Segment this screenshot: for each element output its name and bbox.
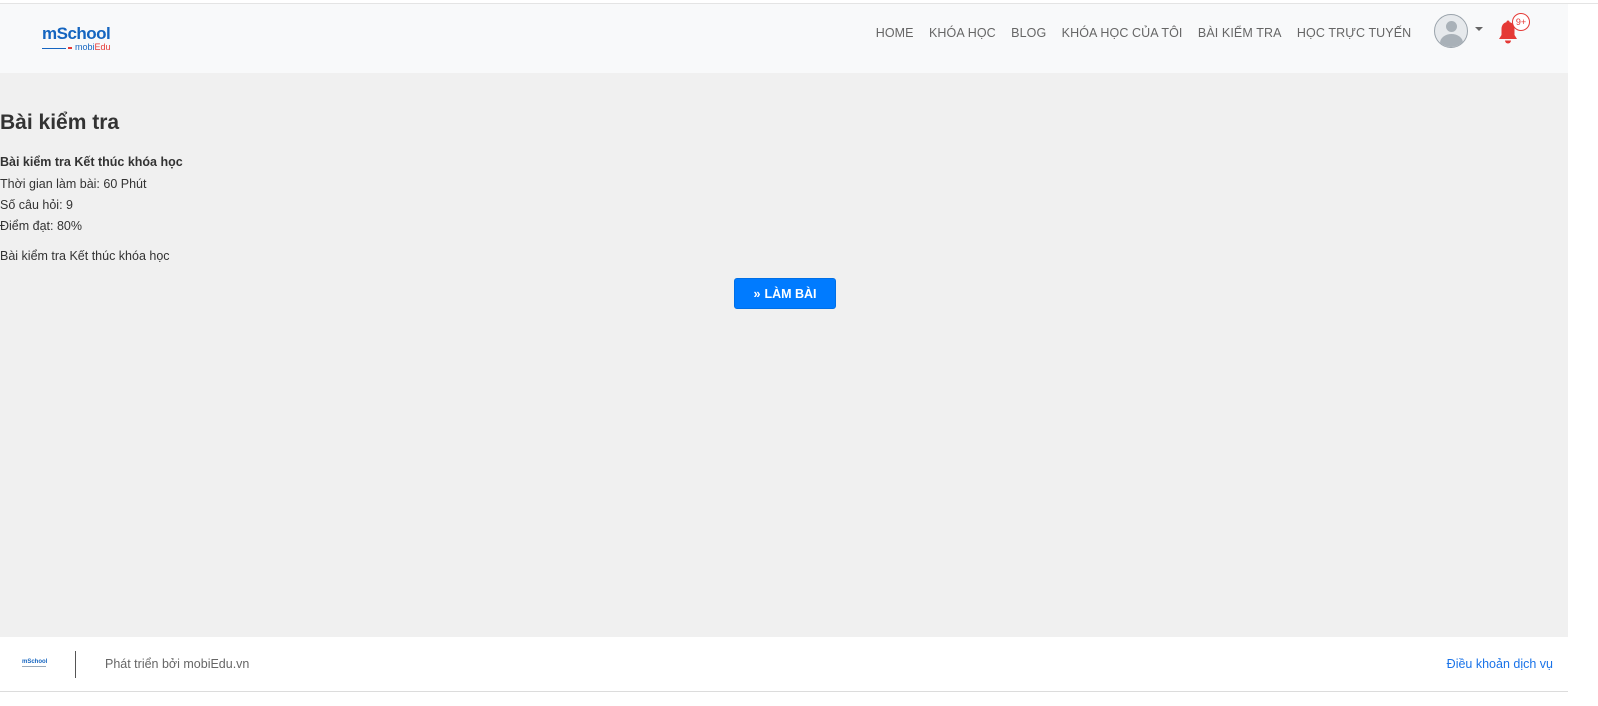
nav-tests[interactable]: BÀI KIỂM TRA — [1190, 24, 1289, 42]
notification-badge: 9+ — [1512, 13, 1530, 31]
page-right-gutter — [1568, 73, 1598, 706]
logo-main-text: mSchool — [42, 24, 111, 43]
exam-name: Bài kiểm tra Kết thúc khóa học — [0, 155, 183, 169]
nav-home[interactable]: HOME — [868, 24, 921, 42]
nav-online-learning[interactable]: HỌC TRỰC TUYẾN — [1289, 24, 1419, 42]
footer-logo[interactable]: mSchool — [22, 659, 47, 669]
site-footer: mSchool Phát triển bởi mobiEdu.vn Điều k… — [0, 637, 1568, 691]
footer-divider — [75, 651, 76, 678]
bottom-border — [0, 691, 1568, 692]
footer-credit: Phát triển bởi mobiEdu.vn — [105, 657, 250, 671]
user-avatar[interactable] — [1434, 14, 1468, 48]
site-header: mSchool mobiEdu HOME KHÓA HỌC BLOG KHÓA … — [0, 4, 1568, 73]
start-exam-button[interactable]: » LÀM BÀI — [734, 278, 836, 309]
start-exam-label: LÀM BÀI — [764, 287, 817, 301]
exam-description: Bài kiểm tra Kết thúc khóa học — [0, 249, 170, 263]
main-content: Bài kiểm tra Bài kiểm tra Kết thúc khóa … — [0, 73, 1568, 637]
exam-pass-score: Điểm đạt: 80% — [0, 219, 82, 233]
logo-sub-text: mobiEdu — [75, 42, 111, 52]
terms-of-service-link[interactable]: Điều khoản dịch vụ — [1447, 657, 1553, 671]
nav-courses[interactable]: KHÓA HỌC — [921, 24, 1003, 42]
mschool-logo[interactable]: mSchool mobiEdu — [42, 24, 122, 56]
nav-blog[interactable]: BLOG — [1003, 24, 1054, 42]
main-nav: HOME KHÓA HỌC BLOG KHÓA HỌC CỦA TÔI BÀI … — [868, 24, 1419, 42]
exam-question-count: Số câu hỏi: 9 — [0, 198, 73, 212]
page-title: Bài kiểm tra — [0, 111, 120, 134]
chevron-down-icon[interactable] — [1475, 27, 1483, 31]
double-chevron-right-icon: » — [753, 287, 761, 301]
nav-my-courses[interactable]: KHÓA HỌC CỦA TÔI — [1054, 24, 1190, 42]
exam-duration: Thời gian làm bài: 60 Phút — [0, 177, 147, 191]
